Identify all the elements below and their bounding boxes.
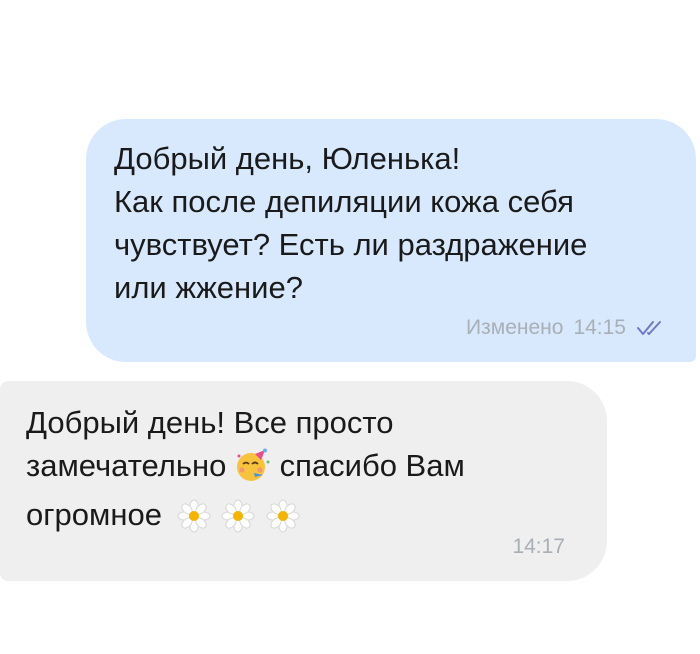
message-text-line: Как после депиляции кожа себя [114, 184, 574, 219]
chat-thread: Добрый день, Юленька! Как после депиляци… [0, 0, 700, 654]
daisy-icon [266, 499, 300, 533]
message-text-line: Добрый день, Юленька! [114, 141, 461, 176]
message-meta: 14:17 [512, 535, 565, 559]
message-meta: Изменено 14:15 [466, 316, 664, 340]
message-time: 14:17 [512, 535, 565, 558]
message-time: 14:15 [573, 316, 626, 339]
message-text-line: или жжение? [114, 270, 303, 305]
edited-label: Изменено [466, 316, 564, 339]
message-text-fragment: замечательно [26, 448, 227, 483]
message-outgoing[interactable]: Добрый день, Юленька! Как после депиляци… [86, 119, 696, 362]
double-check-icon [636, 319, 664, 337]
message-text-fragment: спасибо Вам [279, 448, 465, 483]
emoji-group [177, 499, 302, 544]
message-text-fragment: огромное [26, 497, 162, 532]
message-text-line: чувствует? Есть ли раздражение [114, 227, 588, 262]
message-text-line: огромное [26, 493, 577, 544]
daisy-icon [221, 499, 255, 533]
message-incoming[interactable]: Добрый день! Все просто замечательно спа… [0, 381, 607, 581]
message-text-line: замечательно спасибо Вам [26, 444, 577, 493]
daisy-icon [177, 499, 211, 533]
partying-face-icon [235, 448, 271, 493]
message-text-line: Добрый день! Все просто [26, 405, 394, 440]
